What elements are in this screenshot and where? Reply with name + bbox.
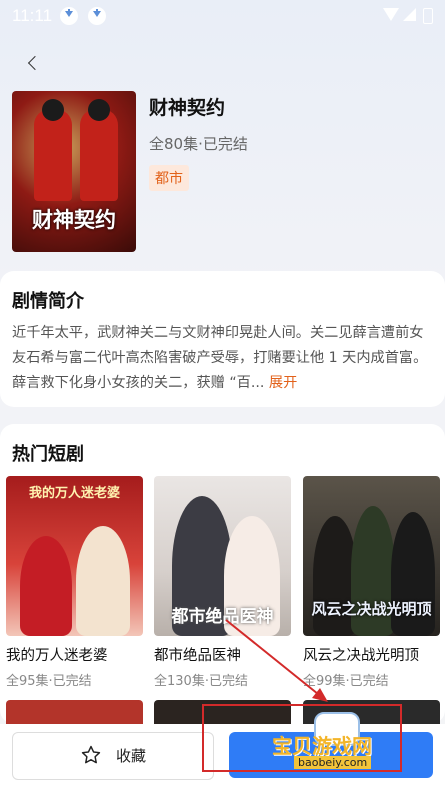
drama-card[interactable]: 都市绝品医神 都市绝品医神 全130集·已完结 bbox=[154, 476, 291, 689]
drama-thumbnail-partial[interactable] bbox=[154, 700, 291, 724]
system-icons bbox=[383, 6, 435, 26]
drama-thumbnail-partial[interactable] bbox=[6, 700, 143, 724]
hot-dramas-card: 热门短剧 我的万人迷老婆 我的万人迷老婆 全95集·已完结 都市绝品医神 都市绝… bbox=[0, 424, 445, 724]
status-time: 11:11 bbox=[12, 6, 53, 25]
download-icon bbox=[60, 7, 78, 25]
bottom-action-bar: 收藏 bbox=[0, 724, 445, 791]
drama-cover: 财神契约 bbox=[12, 91, 136, 252]
poster-title: 风云之决战光明顶 bbox=[311, 600, 432, 618]
genre-tag[interactable]: 都市 bbox=[149, 165, 189, 191]
wifi-icon bbox=[383, 8, 399, 21]
drama-name: 我的万人迷老婆 bbox=[6, 648, 108, 664]
drama-card[interactable]: 风云之决战光明顶 风云之决战光明顶 全99集·已完结 bbox=[303, 476, 440, 689]
synopsis-body: 近千年太平，武财神关二与文财神印晃赴人间。关二见薛言遭前女友石希与富二代叶高杰陷… bbox=[12, 325, 428, 391]
drama-title: 财神契约 bbox=[149, 97, 226, 119]
poster-person bbox=[20, 536, 72, 636]
drama-name: 风云之决战光明顶 bbox=[303, 648, 419, 664]
expand-link[interactable]: 展开 bbox=[269, 375, 297, 391]
collect-label: 收藏 bbox=[116, 747, 147, 765]
drama-card[interactable]: 我的万人迷老婆 我的万人迷老婆 全95集·已完结 bbox=[6, 476, 143, 689]
collect-button[interactable]: 收藏 bbox=[12, 732, 214, 780]
back-button[interactable] bbox=[22, 52, 46, 76]
cover-title: 财神契约 bbox=[32, 207, 116, 232]
synopsis-heading: 剧情简介 bbox=[12, 291, 84, 312]
drama-meta: 全130集·已完结 bbox=[154, 674, 248, 689]
signal-icon bbox=[403, 8, 416, 21]
status-bar: 11:11 bbox=[0, 0, 445, 34]
poster-title: 我的万人迷老婆 bbox=[28, 486, 120, 501]
synopsis-text: 近千年太平，武财神关二与文财神印晃赴人间。关二见薛言遭前女友石希与富二代叶高杰陷… bbox=[12, 321, 432, 396]
poster-person bbox=[76, 526, 130, 636]
cover-figure bbox=[80, 109, 118, 201]
drama-thumbnail: 风云之决战光明顶 bbox=[303, 476, 440, 636]
cover-face bbox=[88, 99, 110, 121]
star-icon bbox=[81, 745, 101, 764]
drama-meta: 全99集·已完结 bbox=[303, 674, 389, 689]
drama-meta: 全95集·已完结 bbox=[6, 674, 92, 689]
drama-thumbnail-partial[interactable] bbox=[303, 700, 440, 724]
drama-episodes: 全80集·已完结 bbox=[149, 135, 248, 153]
play-button[interactable] bbox=[229, 732, 433, 778]
battery-icon bbox=[423, 8, 433, 24]
drama-thumbnail: 都市绝品医神 bbox=[154, 476, 291, 636]
synopsis-card: 剧情简介 近千年太平，武财神关二与文财神印晃赴人间。关二见薛言遭前女友石希与富二… bbox=[0, 271, 445, 407]
download-icon bbox=[88, 7, 106, 25]
hot-heading: 热门短剧 bbox=[12, 444, 84, 465]
drama-thumbnail: 我的万人迷老婆 bbox=[6, 476, 143, 636]
cover-figure bbox=[34, 109, 72, 201]
poster-title: 都市绝品医神 bbox=[171, 607, 274, 627]
drama-name: 都市绝品医神 bbox=[154, 648, 241, 664]
cover-face bbox=[42, 99, 64, 121]
